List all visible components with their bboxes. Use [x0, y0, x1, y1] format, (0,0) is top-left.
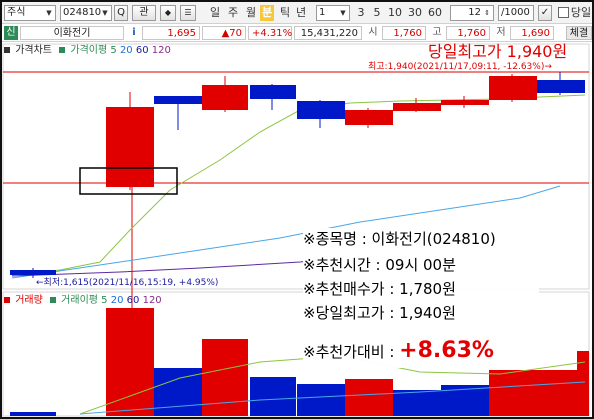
volume-ma60-period: 60	[126, 295, 140, 306]
volume-ma-label[interactable]: 거래이평	[61, 295, 98, 306]
candle-body	[297, 101, 345, 119]
info-recommend-time: ※추천시간 : 09시 00분	[303, 256, 456, 274]
volume-ma20-period: 20	[110, 295, 124, 306]
ma5-period: 5	[110, 45, 117, 56]
candle-body	[441, 100, 489, 105]
price-ma-label[interactable]: 가격이평	[70, 45, 107, 56]
volume-ma120-period: 120	[142, 295, 162, 306]
recommendation-info-box: ※종목명 : 이화전기(024810) ※추천시간 : 09시 00분 ※추천매…	[303, 228, 539, 368]
volume-tab[interactable]: 거래량	[15, 295, 43, 306]
ma60-line	[11, 259, 321, 277]
candle-body	[154, 96, 202, 104]
volume-bar	[489, 370, 537, 416]
info-ratio-value: +8.63%	[399, 338, 494, 363]
legend-square-icon	[4, 47, 10, 53]
volume-bar	[345, 379, 393, 416]
candle-body	[489, 76, 537, 100]
volume-bar	[577, 351, 589, 416]
day-high-annotation: 당일최고가 1,940원	[428, 42, 568, 61]
info-day-high: ※당일최고가 : 1,940원	[303, 304, 456, 322]
volume-bar	[393, 390, 441, 416]
low-marker-label: ←최저:1,615(2021/11/16,15:19, +4.95%)	[36, 278, 219, 288]
legend-square-icon	[4, 297, 10, 303]
volume-bar	[250, 377, 296, 416]
volume-chart-header: 거래량 거래이평 5 20 60 120	[4, 294, 162, 308]
candle-body	[106, 107, 154, 187]
volume-bar	[106, 308, 154, 416]
volume-bar	[537, 370, 577, 416]
volume-bar	[10, 412, 56, 416]
ma120-period: 120	[151, 45, 171, 56]
info-ratio-label: ※추천가대비 :	[303, 343, 395, 361]
candle-body	[10, 270, 56, 275]
info-stock-name: ※종목명 : 이화전기(024810)	[303, 230, 496, 248]
ma60-period: 60	[135, 45, 149, 56]
volume-bar	[297, 384, 345, 416]
candle-body	[393, 103, 441, 111]
price-chart-header: 가격차트 가격이평 5 20 60 120	[4, 44, 171, 58]
ma20-period: 20	[119, 45, 133, 56]
volume-ma5-period: 5	[101, 295, 108, 306]
legend-square-icon	[49, 297, 56, 303]
candle-body	[202, 85, 248, 110]
legend-square-icon	[59, 47, 66, 53]
info-buy-price: ※추천매수가 : 1,780원	[303, 280, 456, 298]
high-marker-label: 최고:1,940(2021/11/17,09:11, -12.63%)→	[368, 62, 552, 72]
candle-body	[537, 80, 585, 93]
candle-body	[250, 85, 296, 99]
price-chart-tab[interactable]: 가격차트	[15, 45, 52, 56]
info-ratio-row: ※추천가대비 : +8.63%	[303, 336, 494, 366]
candle-body	[345, 110, 393, 125]
